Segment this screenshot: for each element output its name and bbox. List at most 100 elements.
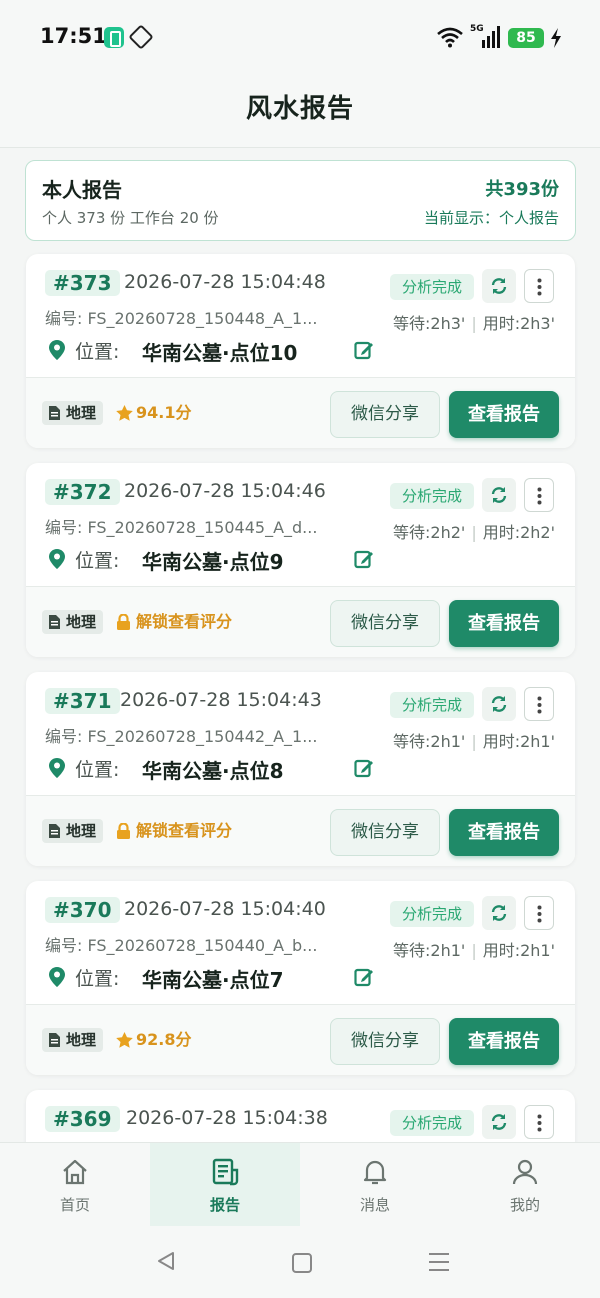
score: 94.1分 [116,401,191,425]
report-card[interactable]: #369 2026-07-28 15:04:38 分析完成 [26,1090,575,1142]
used-time: 用时:2h3' [482,314,555,333]
view-report-button[interactable]: 查看报告 [449,809,559,856]
wechat-share-button[interactable]: 微信分享 [330,809,440,856]
star-icon [116,1032,133,1048]
score-value: 解锁查看评分 [136,612,233,631]
battery-saver-icon [104,27,124,48]
status-bar: 17:51 5G 85 [0,0,600,76]
location-name: 华南公墓·点位7 [142,968,284,992]
edit-icon[interactable] [354,967,374,987]
tab-profile[interactable]: 我的 [450,1143,600,1227]
time-info: 等待:2h1' | 用时:2h1' [393,941,555,960]
summary-total: 共393份 [485,179,559,200]
wait-time: 等待:2h1' [393,732,466,751]
wechat-share-button[interactable]: 微信分享 [330,391,440,438]
tab-report[interactable]: 报告 [150,1143,300,1227]
report-card[interactable]: #371 2026-07-28 15:04:43 编号: FS_20260728… [26,672,575,866]
category-tag: 地理 [42,401,104,425]
star-icon [116,405,133,421]
location-label: 位置: [75,759,120,781]
document-icon [49,1033,60,1047]
report-card[interactable]: #373 2026-07-28 15:04:48 编号: FS_20260728… [26,254,575,448]
used-time: 用时:2h2' [482,523,555,542]
more-button[interactable] [524,687,554,721]
location-pin-icon [49,340,65,360]
charging-icon [551,28,561,48]
time-info: 等待:2h2' | 用时:2h2' [393,523,555,542]
tag-label: 地理 [66,1031,97,1049]
used-time: 用时:2h1' [482,732,555,751]
category-tag: 地理 [42,1028,104,1052]
header: 风水报告 [0,76,600,148]
wait-time: 等待:2h3' [393,314,466,333]
category-tag: 地理 [42,819,104,843]
more-button[interactable] [524,1105,554,1139]
status-badge: 分析完成 [390,1110,474,1136]
location-name: 华南公墓·点位8 [142,759,284,783]
report-date: 2026-07-28 15:04:48 [124,271,326,293]
edit-icon[interactable] [354,340,374,360]
location-pin-icon [49,758,65,778]
edit-icon[interactable] [354,549,374,569]
summary-subtitle: 个人 373 份 工作台 20 份 [42,209,219,227]
bottom-tab-bar: 首页 报告 消息 我的 [0,1142,600,1227]
tab-messages[interactable]: 消息 [300,1143,450,1227]
more-vertical-icon [537,905,542,923]
report-card[interactable]: #372 2026-07-28 15:04:46 编号: FS_20260728… [26,463,575,657]
time-info: 等待:2h3' | 用时:2h3' [393,314,555,333]
refresh-button[interactable] [482,269,516,303]
more-button[interactable] [524,896,554,930]
score-value: 解锁查看评分 [136,821,233,840]
report-id: #370 [45,897,120,923]
lock-icon [117,614,130,630]
home-nav-icon[interactable] [292,1253,312,1273]
more-vertical-icon [537,487,542,505]
location-pin-icon [49,967,65,987]
tab-label: 消息 [359,1196,390,1214]
unlock-score[interactable]: 解锁查看评分 [116,610,232,634]
edit-icon[interactable] [354,758,374,778]
system-nav-bar [0,1226,600,1298]
location-label: 位置: [75,341,120,363]
current-display: 当前显示：个人报告 [423,209,559,227]
more-button[interactable] [524,478,554,512]
report-list[interactable]: 本人报告 个人 373 份 工作台 20 份 共393份 当前显示：个人报告 #… [0,148,600,1142]
menu-icon[interactable] [428,1252,450,1272]
refresh-icon [491,905,507,921]
wifi-icon [437,27,463,48]
report-code: 编号: FS_20260728_150448_A_1... [45,309,318,328]
unlock-score[interactable]: 解锁查看评分 [116,819,232,843]
refresh-button[interactable] [482,687,516,721]
view-report-button[interactable]: 查看报告 [449,1018,559,1065]
score-value: 92.8分 [136,1030,192,1049]
wechat-share-button[interactable]: 微信分享 [330,600,440,647]
document-icon [49,824,60,838]
battery-icon: 85 [508,28,544,48]
status-time: 17:51 [40,24,107,48]
page-title: 风水报告 [245,94,354,124]
view-report-button[interactable]: 查看报告 [449,391,559,438]
refresh-button[interactable] [482,1105,516,1139]
report-date: 2026-07-28 15:04:43 [120,689,322,711]
more-vertical-icon [537,1114,542,1132]
report-icon [212,1158,239,1186]
view-report-button[interactable]: 查看报告 [449,600,559,647]
refresh-icon [491,1114,507,1130]
status-badge: 分析完成 [390,692,474,718]
tag-label: 地理 [66,822,97,840]
refresh-button[interactable] [482,896,516,930]
score-value: 94.1分 [136,403,192,422]
tag-label: 地理 [66,404,97,422]
card-footer: 地理 解锁查看评分 微信分享 查看报告 [26,587,575,657]
refresh-button[interactable] [482,478,516,512]
lock-icon [117,823,130,839]
refresh-icon [491,696,507,712]
more-button[interactable] [524,269,554,303]
tab-home[interactable]: 首页 [0,1143,150,1227]
wait-time: 等待:2h2' [393,523,466,542]
more-vertical-icon [537,696,542,714]
report-card[interactable]: #370 2026-07-28 15:04:40 编号: FS_20260728… [26,881,575,1075]
category-tag: 地理 [42,610,104,634]
wechat-share-button[interactable]: 微信分享 [330,1018,440,1065]
back-icon[interactable] [156,1251,176,1271]
